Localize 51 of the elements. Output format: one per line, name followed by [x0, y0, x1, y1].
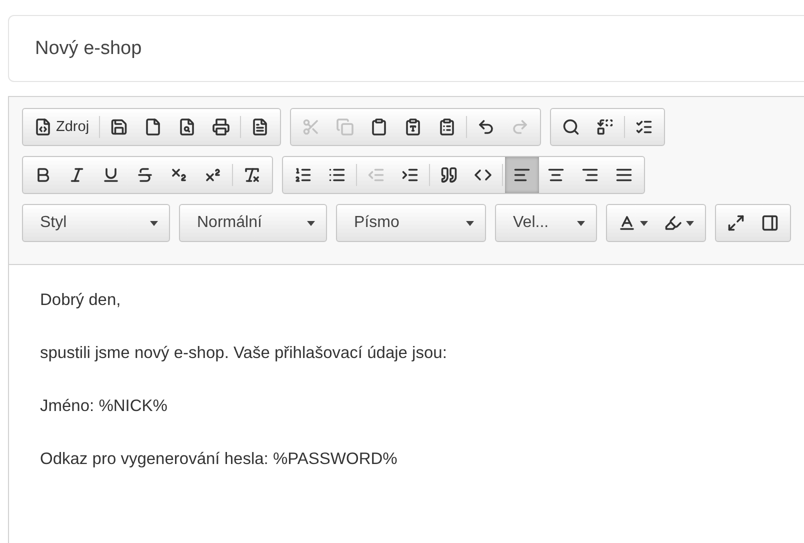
source-code-icon: [34, 118, 52, 136]
align-center-icon: [547, 166, 565, 184]
toolbar-button[interactable]: Zdroj: [26, 109, 98, 145]
dropdown[interactable]: Písmo: [340, 205, 482, 241]
search-icon: [562, 118, 580, 136]
caret-icon: [686, 220, 694, 226]
quote-icon: [440, 166, 458, 184]
blank-page-icon: [144, 118, 162, 136]
caret-icon: [466, 220, 474, 226]
caret-icon: [577, 220, 585, 226]
printer-icon: [212, 118, 230, 136]
outdent-icon: [367, 166, 385, 184]
paragraph: Jméno: %NICK%: [40, 396, 168, 416]
superscript-icon: [204, 166, 222, 184]
italic-icon: [68, 166, 86, 184]
title-field[interactable]: Nový e-shop: [8, 15, 804, 82]
subscript-icon: [170, 166, 188, 184]
scissors-icon: [302, 118, 320, 136]
clipboard-list-icon: [438, 118, 456, 136]
paragraph: Odkaz pro vygenerování hesla: %PASSWORD%: [40, 449, 398, 469]
toolbar-button[interactable]: [505, 157, 539, 193]
dropdown[interactable]: Normální: [183, 205, 323, 241]
clipboard-icon: [370, 118, 388, 136]
align-justify-icon: [615, 166, 633, 184]
underline-icon: [102, 166, 120, 184]
dropdown[interactable]: Styl: [26, 205, 166, 241]
document-icon: [251, 118, 270, 136]
dropdown[interactable]: Vel...: [499, 205, 593, 241]
page-magnifier-icon: [178, 118, 196, 136]
align-right-icon: [581, 166, 599, 184]
maximize-icon: [727, 214, 745, 232]
redo-icon: [511, 118, 530, 136]
bulleted-list-icon: [328, 166, 346, 184]
numbered-list-icon: [294, 166, 312, 184]
paragraph: spustili jsme nový e-shop. Vaše přihlašovací údaje jsou:: [40, 343, 448, 363]
highlighter-icon: [664, 214, 682, 232]
indent-icon: [401, 166, 419, 184]
clipboard-text-icon: [404, 118, 422, 136]
caret-icon: [640, 220, 648, 226]
undo-icon: [477, 118, 496, 136]
replace-icon: [596, 118, 614, 136]
strikethrough-icon: [136, 166, 154, 184]
text-color-icon: [618, 214, 636, 232]
copy-icon: [336, 118, 354, 136]
caret-icon: [307, 220, 315, 226]
remove-format-icon: [243, 166, 261, 184]
align-left-icon: [513, 166, 531, 184]
paragraph: Dobrý den,: [40, 290, 122, 310]
list-check-icon: [635, 118, 654, 136]
panel-icon: [761, 214, 779, 232]
caret-icon: [150, 220, 158, 226]
